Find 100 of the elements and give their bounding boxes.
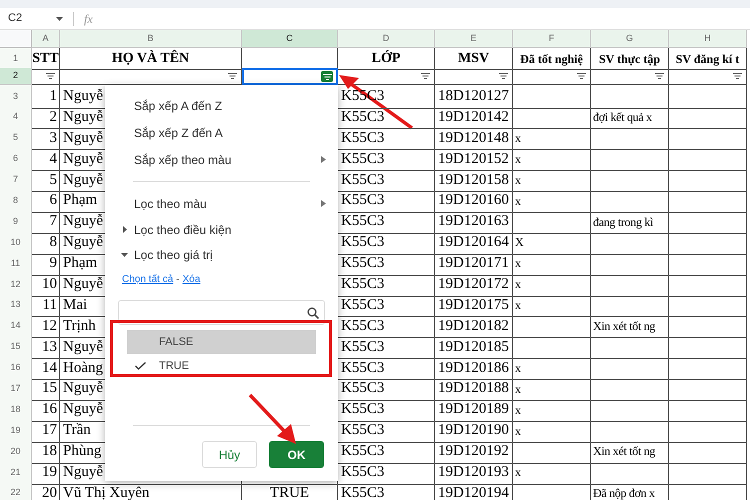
table-cell: 19 (32, 461, 60, 485)
column-header[interactable]: F (513, 30, 591, 48)
filter-button[interactable] (44, 70, 56, 82)
table-cell: 19D120172 (435, 273, 513, 297)
row-number[interactable]: 22 (0, 482, 32, 500)
caret-right-icon[interactable] (121, 226, 128, 233)
table-cell: đang trong kì (591, 210, 669, 234)
menu-item[interactable]: Lọc theo màu (134, 194, 207, 212)
table-cell: x (513, 126, 591, 150)
filter-cell[interactable] (513, 68, 591, 85)
table-cell: 6 (32, 189, 60, 213)
ok-button[interactable]: OK (269, 441, 324, 468)
table-cell: x (513, 419, 591, 443)
caret-down-icon[interactable] (121, 251, 128, 258)
table-cell: 19D120158 (435, 168, 513, 192)
function-label: fx (84, 10, 93, 28)
table-cell: x (513, 398, 591, 422)
table-cell: 19D120185 (435, 336, 513, 360)
cell-reference[interactable]: C2 (8, 10, 56, 27)
table-cell: 18D120127 (435, 85, 513, 108)
row-number[interactable]: 2 (0, 68, 32, 85)
table-cell: x (513, 377, 591, 401)
table-cell: x (513, 189, 591, 213)
filter-button[interactable] (731, 70, 743, 82)
header-cell: MSV (435, 48, 513, 70)
table-cell: 19D120164 (435, 231, 513, 255)
column-header[interactable]: H (669, 30, 747, 48)
column-header[interactable]: G (591, 30, 669, 48)
column-header[interactable]: A (32, 30, 60, 48)
submenu-arrow-icon (321, 156, 326, 163)
table-cell: Đã nộp đơn x (591, 482, 669, 500)
header-cell: SV đăng kí t (669, 48, 747, 70)
table-cell: 19D120171 (435, 252, 513, 276)
table-cell: 19D120186 (435, 356, 513, 380)
table-cell: x (513, 356, 591, 380)
header-cell: Đã tốt nghiệ (513, 48, 591, 70)
table-cell: 19D120192 (435, 440, 513, 464)
table-cell: 11 (32, 294, 60, 318)
table-cell: 15 (32, 377, 60, 401)
table-cell: 18 (32, 440, 60, 464)
table-cell: x (513, 461, 591, 485)
table-cell: 19D120148 (435, 126, 513, 150)
table-cell: 12 (32, 314, 60, 338)
filter-button[interactable] (575, 70, 587, 82)
search-icon (307, 306, 319, 318)
table-cell: 14 (32, 356, 60, 380)
table-cell: 5 (32, 168, 60, 192)
header-cell: LỚP (338, 48, 435, 70)
table-cell: 17 (32, 419, 60, 443)
table-cell: 19D120190 (435, 419, 513, 443)
column-header[interactable]: E (435, 30, 513, 48)
filter-cell[interactable] (242, 68, 338, 85)
submenu-arrow-icon (321, 200, 326, 207)
table-cell: 19D120163 (435, 210, 513, 234)
table-cell: 19D120142 (435, 106, 513, 130)
row-number[interactable]: 1 (0, 48, 32, 70)
header-cell: SV thực tập (591, 48, 669, 70)
table-cell: Xin xét tốt ng (591, 440, 669, 464)
table-cell: x (513, 148, 591, 172)
filter-cell[interactable] (435, 68, 513, 85)
table-cell: 19D120182 (435, 314, 513, 338)
table-cell: 13 (32, 336, 60, 360)
search-field[interactable] (118, 300, 325, 325)
table-cell: 19D120152 (435, 148, 513, 172)
table-cell: x (513, 252, 591, 276)
table-cell: x (513, 273, 591, 297)
filter-button[interactable] (321, 71, 333, 82)
table-cell: 19D120160 (435, 189, 513, 213)
table-cell: x (513, 168, 591, 192)
filter-button[interactable] (653, 70, 665, 82)
filter-cell[interactable] (32, 68, 60, 85)
table-cell: 19D120193 (435, 461, 513, 485)
filter-cell[interactable] (591, 68, 669, 85)
filter-button[interactable] (226, 70, 238, 82)
value-option[interactable]: FALSE (127, 330, 316, 354)
table-cell: đợi kết quả x (591, 106, 669, 130)
annotation-arrow (247, 392, 299, 446)
cancel-button[interactable]: Hủy (202, 441, 257, 468)
table-cell: X (513, 231, 591, 255)
filter-button[interactable] (497, 70, 509, 82)
header-cell: STT (32, 48, 60, 70)
table-cell: 19D120189 (435, 398, 513, 422)
caret-icon[interactable] (56, 16, 63, 20)
column-header[interactable]: D (338, 30, 435, 48)
table-cell: 4 (32, 148, 60, 172)
table-cell: 2 (32, 106, 60, 130)
table-cell: Xin xét tốt ng (591, 314, 669, 338)
table-cell: 3 (32, 126, 60, 150)
filter-button[interactable] (419, 70, 431, 82)
table-cell: 10 (32, 273, 60, 297)
table-cell: 8 (32, 231, 60, 255)
column-header[interactable]: B (60, 30, 242, 48)
menu-item[interactable]: Sắp xếp theo màu (134, 150, 232, 168)
column-header[interactable]: C (242, 30, 338, 48)
table-cell: 19D120175 (435, 294, 513, 318)
table-cell: x (513, 294, 591, 318)
corner-cell[interactable] (0, 30, 32, 48)
filter-cell[interactable] (669, 68, 747, 85)
table-cell: 9 (32, 252, 60, 276)
table-cell: 1 (32, 85, 60, 108)
